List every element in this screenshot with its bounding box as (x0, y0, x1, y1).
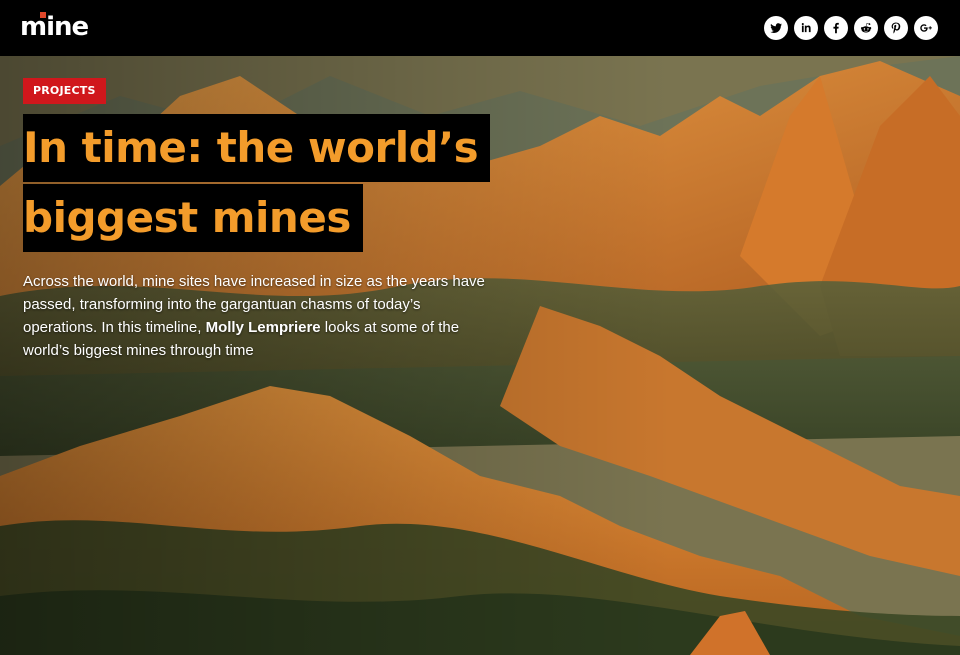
share-bar (764, 16, 938, 40)
google-plus-icon (920, 24, 932, 32)
linkedin-icon (801, 23, 811, 33)
logo-accent-dot (40, 12, 46, 18)
article-title-line-1: In time: the world’s (23, 114, 491, 182)
pinterest-share-button[interactable] (884, 16, 908, 40)
twitter-share-button[interactable] (764, 16, 788, 40)
facebook-share-button[interactable] (824, 16, 848, 40)
site-logo[interactable]: mine (20, 12, 89, 42)
pinterest-icon (891, 22, 901, 34)
google-plus-share-button[interactable] (914, 16, 938, 40)
linkedin-share-button[interactable] (794, 16, 818, 40)
author-name: Molly Lempriere (205, 319, 321, 336)
reddit-icon (860, 23, 872, 33)
logo-text: mine (20, 12, 89, 42)
article-standfirst: Across the world, mine sites have increa… (23, 270, 493, 362)
facebook-icon (833, 22, 839, 34)
top-bar: mine (0, 0, 960, 56)
article-title: In time: the world’s biggest mines (23, 114, 491, 252)
twitter-icon (770, 23, 782, 33)
article-title-line-2: biggest mines (23, 184, 363, 252)
category-tag[interactable]: PROJECTS (23, 78, 106, 104)
reddit-share-button[interactable] (854, 16, 878, 40)
